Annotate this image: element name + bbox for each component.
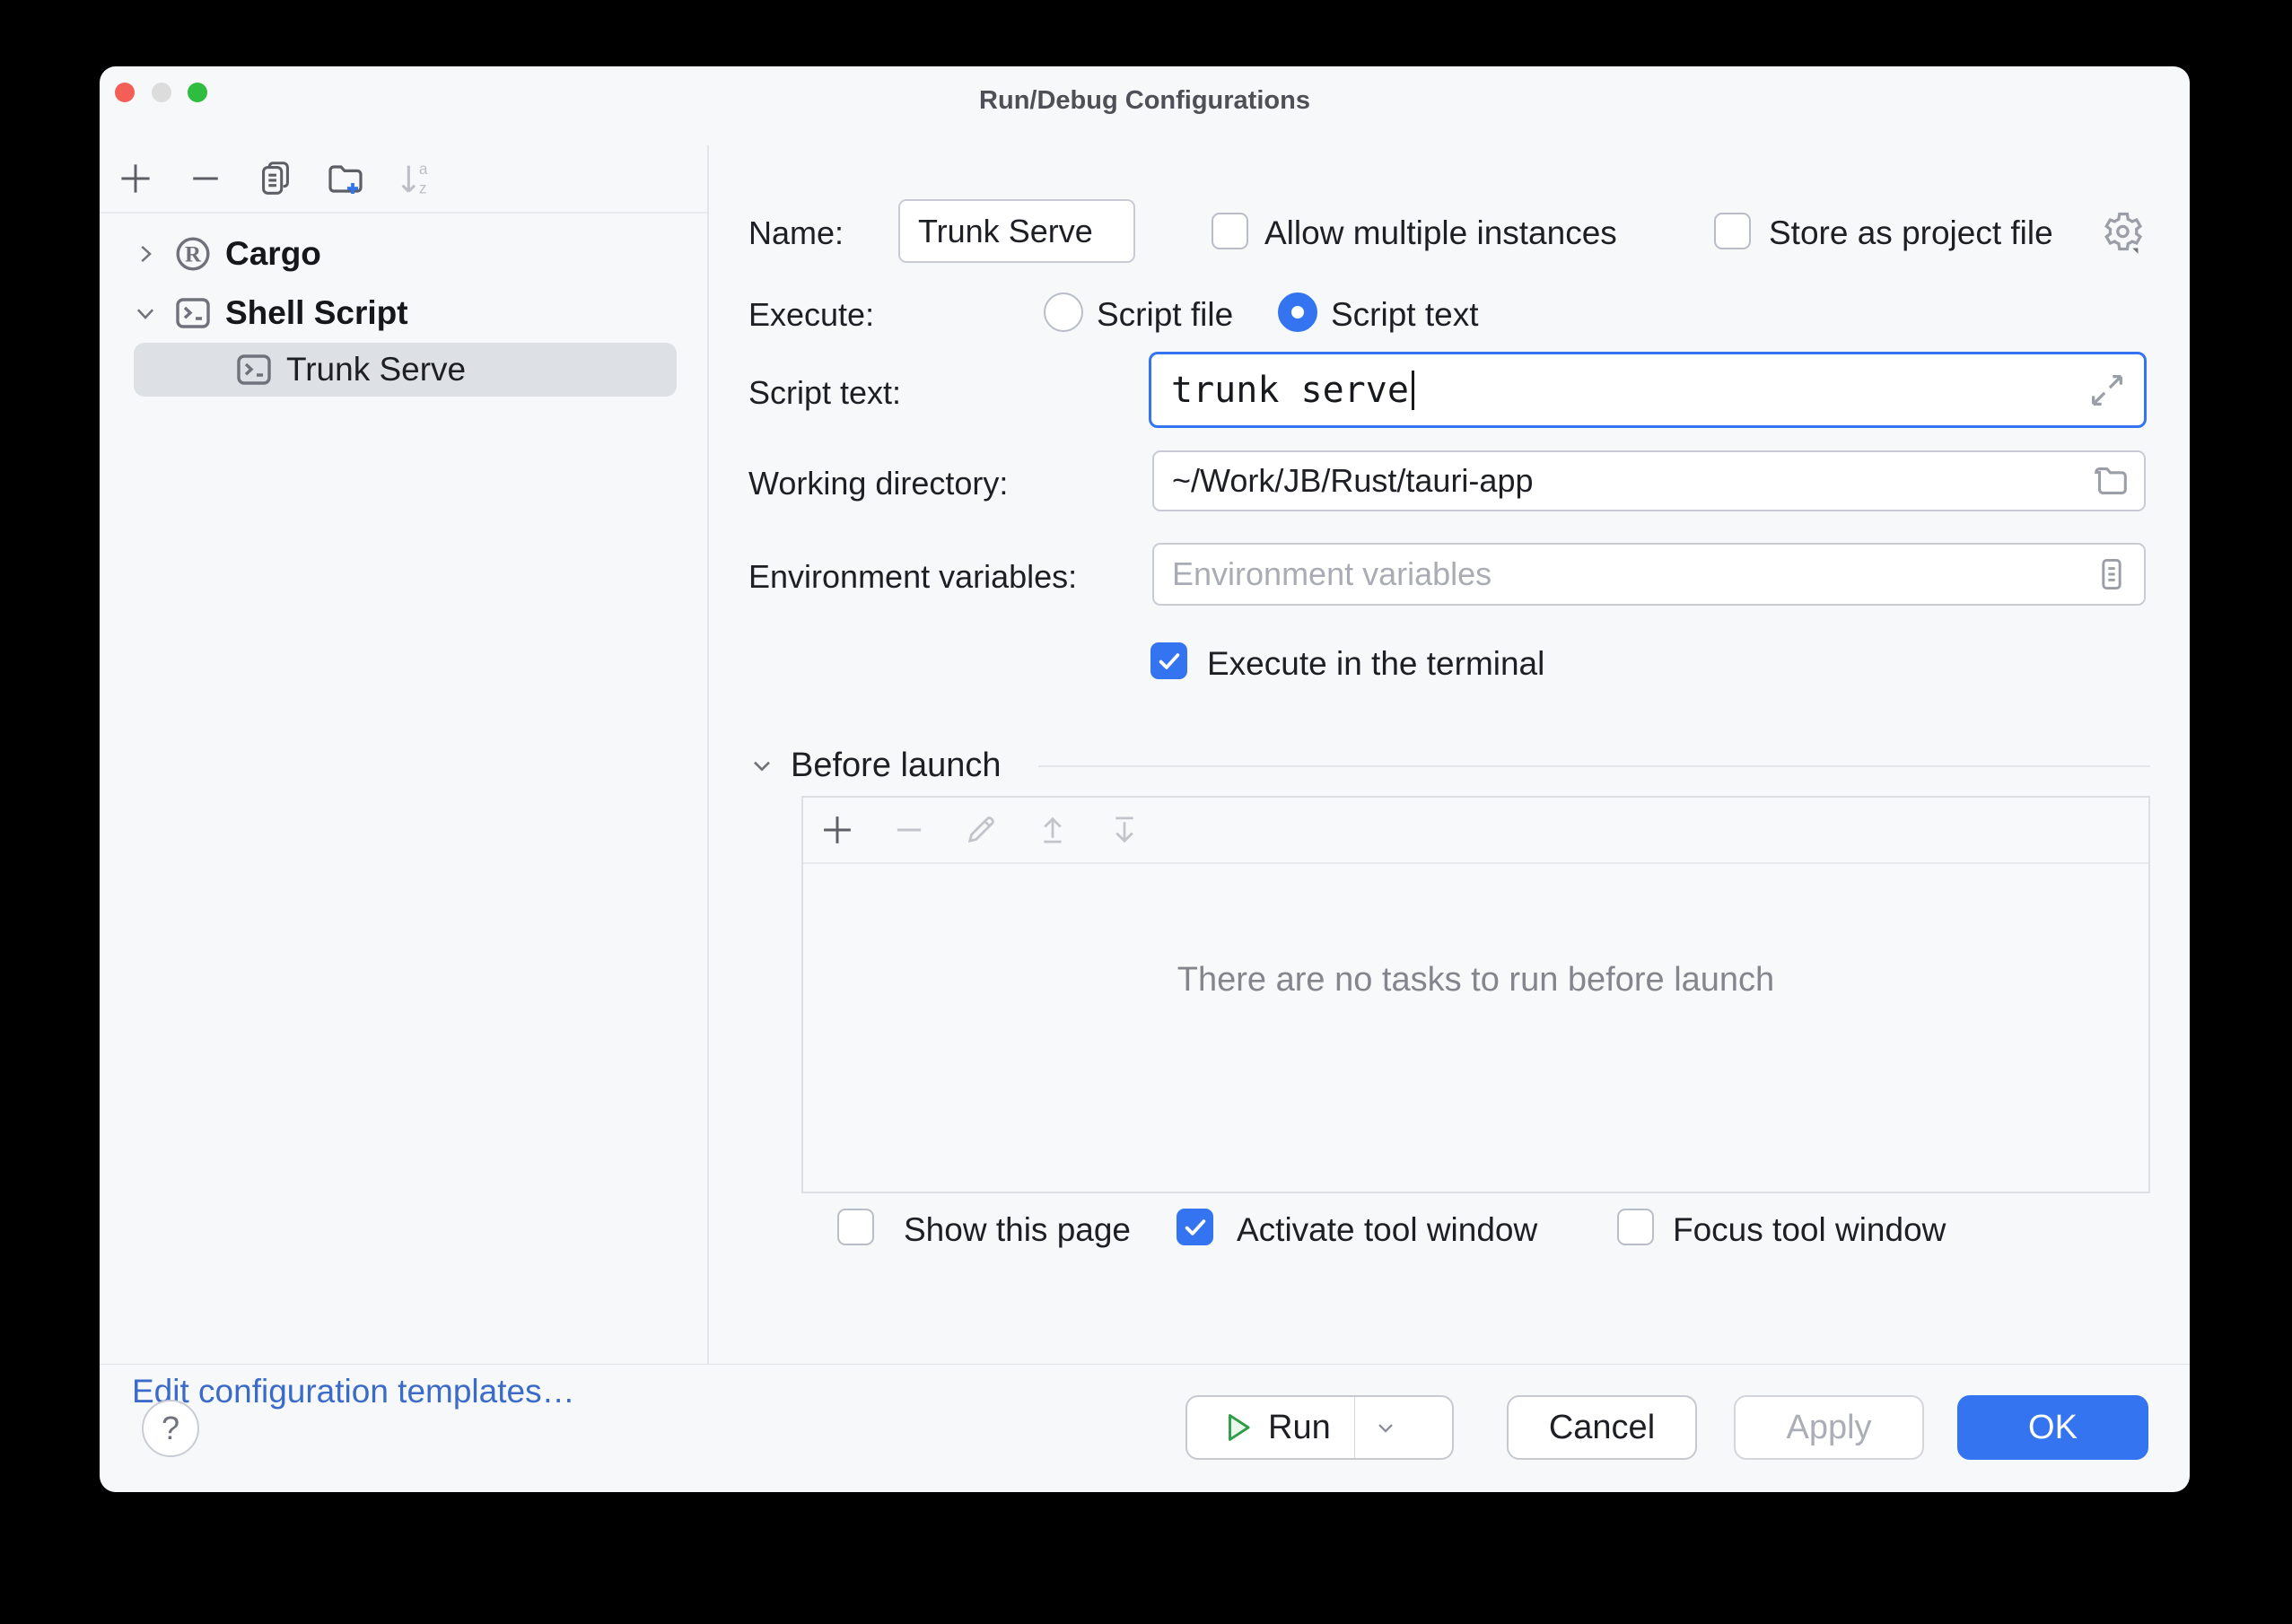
edit-task-button[interactable] [959,808,1002,851]
new-folder-button[interactable] [324,157,367,200]
window-title: Run/Debug Configurations [100,86,2190,116]
store-options-gear-icon[interactable] [2099,208,2146,255]
env-variables-list-icon[interactable] [2092,554,2131,594]
footer-divider [100,1364,2190,1365]
activate-tool-window-checkbox[interactable] [1177,1209,1213,1245]
question-mark-icon: ? [162,1410,179,1447]
tree-item-label: Trunk Serve [286,351,466,389]
focus-tool-window-checkbox[interactable] [1617,1209,1654,1245]
move-task-up-button[interactable] [1031,808,1074,851]
tree-item-cargo[interactable]: R Cargo [100,224,707,284]
environment-variables-label: Environment variables: [748,558,1077,596]
script-text-field[interactable]: trunk serve [1149,352,2147,428]
check-icon [1156,648,1183,675]
cancel-button[interactable]: Cancel [1507,1395,1697,1460]
ok-button[interactable]: OK [1957,1395,2148,1460]
run-options-chevron[interactable] [1355,1397,1416,1458]
new-folder-icon [324,157,367,200]
tree-item-trunk-serve[interactable]: Trunk Serve [134,343,677,397]
svg-text:R: R [185,243,202,267]
sidebar-toolbar: a z [100,145,707,214]
before-launch-title[interactable]: Before launch [791,747,1002,785]
svg-text:a: a [419,160,428,178]
move-down-icon [1106,811,1143,849]
text-caret [1412,371,1414,410]
remove-task-button[interactable] [888,808,931,851]
allow-multiple-instances-label: Allow multiple instances [1264,214,1617,252]
environment-variables-field[interactable] [1152,543,2146,606]
move-up-icon [1034,811,1072,849]
before-launch-toolbar [803,798,2148,864]
store-as-project-file-checkbox[interactable] [1714,213,1751,249]
script-file-label[interactable]: Script file [1097,296,1233,334]
configurations-sidebar: a z R Cargo [100,145,709,1364]
before-launch-collapse-icon[interactable] [748,751,776,780]
chevron-right-icon[interactable] [132,240,159,267]
execute-in-terminal-checkbox[interactable] [1150,642,1187,679]
allow-multiple-instances-checkbox[interactable] [1212,213,1248,249]
minus-icon [186,159,225,198]
execute-label: Execute: [748,296,874,334]
help-button[interactable]: ? [142,1400,199,1457]
sort-configurations-button[interactable]: a z [394,157,437,200]
script-text-value: trunk serve [1171,370,1409,411]
configurations-tree: R Cargo Shell Script [100,224,707,397]
terminal-icon [171,292,214,335]
run-button-label: Run [1268,1409,1331,1447]
add-configuration-button[interactable] [114,157,157,200]
script-text-label: Script text: [748,374,901,412]
run-play-icon [1223,1410,1254,1445]
run-button[interactable]: Run [1185,1395,1454,1460]
run-button-main[interactable]: Run [1187,1397,1354,1458]
copy-icon [255,158,296,199]
apply-button[interactable]: Apply [1734,1395,1924,1460]
sort-alpha-icon: a z [395,158,436,199]
copy-configuration-button[interactable] [254,157,297,200]
execute-in-terminal-label: Execute in the terminal [1207,645,1544,683]
titlebar: Run/Debug Configurations [100,66,2190,145]
browse-folder-icon[interactable] [2090,460,2131,502]
working-directory-label: Working directory: [748,465,1008,502]
script-text-option-label[interactable]: Script text [1331,296,1479,334]
expand-editor-icon[interactable] [2086,370,2128,411]
remove-configuration-button[interactable] [184,157,227,200]
name-input[interactable] [900,201,1133,261]
store-as-project-file-label: Store as project file [1769,214,2053,252]
move-task-down-button[interactable] [1103,808,1146,851]
svg-text:z: z [419,179,427,196]
check-icon [1182,1214,1209,1241]
show-this-page-checkbox[interactable] [837,1209,874,1245]
pencil-icon [962,811,1000,849]
terminal-icon [232,348,276,391]
tree-item-label: Cargo [225,235,321,273]
edit-configuration-templates-link[interactable]: Edit configuration templates… [132,1373,575,1410]
working-directory-field[interactable] [1152,450,2146,511]
before-launch-empty-text: There are no tasks to run before launch [803,961,2148,1000]
environment-variables-input[interactable] [1154,545,2144,604]
show-this-page-label: Show this page [904,1211,1131,1249]
cargo-icon: R [171,232,214,275]
name-label: Name: [748,214,844,252]
script-file-radio[interactable] [1044,292,1083,332]
chevron-down-icon[interactable] [132,300,159,327]
minus-icon [890,811,928,849]
activate-tool-window-label: Activate tool window [1237,1211,1537,1249]
add-task-button[interactable] [816,808,859,851]
focus-tool-window-label: Focus tool window [1673,1211,1946,1249]
working-directory-input[interactable] [1154,452,2144,510]
tree-item-label: Shell Script [225,294,408,332]
before-launch-panel: There are no tasks to run before launch [801,796,2150,1193]
plus-icon [818,811,856,849]
tree-item-shell-script[interactable]: Shell Script [100,284,707,343]
script-text-radio[interactable] [1278,292,1317,332]
run-debug-configurations-dialog: Run/Debug Configurations [100,66,2190,1492]
name-field[interactable] [898,199,1135,263]
section-divider [1038,765,2150,767]
plus-icon [116,159,155,198]
